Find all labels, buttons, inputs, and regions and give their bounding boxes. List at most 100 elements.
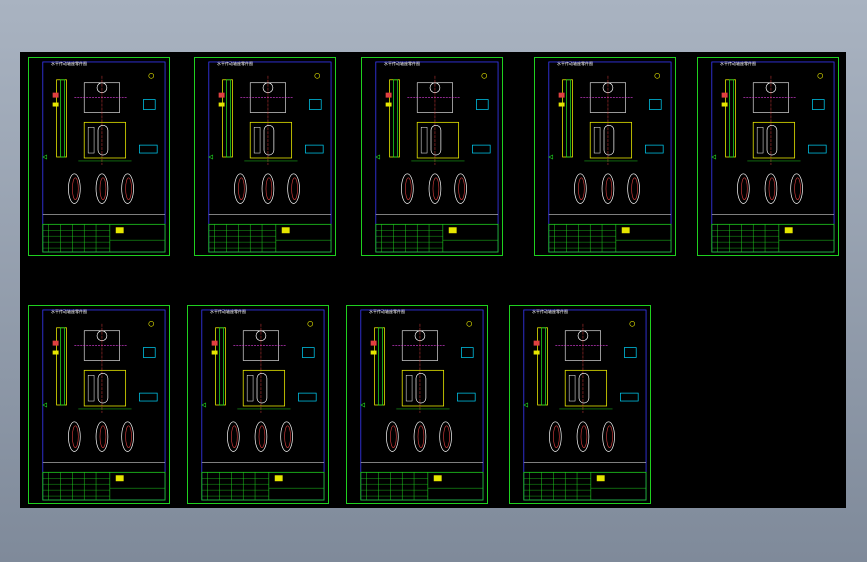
roughness-symbol bbox=[817, 73, 824, 79]
rib-outline bbox=[87, 375, 95, 402]
drawing-geometry bbox=[42, 309, 166, 501]
section-hatch bbox=[631, 177, 638, 200]
shaft-profile bbox=[562, 79, 573, 158]
drawing-sheet-4[interactable]: 水平传动轴座零件图 bbox=[534, 57, 676, 256]
sheet-title: 水平传动轴座零件图 bbox=[210, 309, 246, 314]
section-mark bbox=[218, 92, 225, 98]
section-hatch bbox=[125, 177, 132, 200]
center-marker-icon bbox=[208, 154, 214, 160]
detail-view bbox=[472, 144, 491, 154]
sheet-title: 水平传动轴座零件图 bbox=[720, 61, 756, 66]
slot-outline bbox=[256, 372, 268, 404]
section-hatch bbox=[432, 177, 440, 200]
section-hatch bbox=[578, 177, 585, 200]
housing-front-view bbox=[83, 121, 127, 159]
slot-outline bbox=[578, 372, 590, 404]
center-marker-icon bbox=[711, 154, 717, 160]
shaft-profile bbox=[389, 79, 400, 158]
detail-view bbox=[812, 99, 825, 110]
section-hatch bbox=[265, 177, 273, 200]
slot-outline bbox=[603, 124, 615, 156]
section-mark bbox=[385, 102, 392, 107]
detail-view bbox=[143, 99, 156, 110]
section-mark bbox=[52, 92, 59, 98]
shaft-core bbox=[219, 327, 224, 406]
cad-model-space[interactable]: 水平传动轴座零件图 水平传动轴座零件图 水平传动轴座零件图 水平传动轴座零件图 … bbox=[20, 52, 846, 508]
center-marker-icon bbox=[548, 154, 554, 160]
section-hatch bbox=[390, 425, 397, 448]
section-mark bbox=[370, 350, 377, 355]
drawing-sheet-7[interactable]: 水平传动轴座零件图 bbox=[187, 305, 329, 504]
shaft-core bbox=[378, 327, 383, 406]
material-mark bbox=[281, 227, 290, 234]
shaft-profile bbox=[222, 79, 233, 158]
center-marker-icon bbox=[42, 402, 48, 408]
detail-view bbox=[808, 144, 827, 154]
material-mark bbox=[596, 475, 605, 482]
detail-view bbox=[139, 392, 158, 402]
sheet-title: 水平传动轴座零件图 bbox=[532, 309, 568, 314]
roughness-symbol bbox=[466, 321, 473, 327]
slot-outline bbox=[263, 124, 275, 156]
shaft-profile bbox=[725, 79, 736, 158]
housing-front-view bbox=[249, 121, 293, 159]
section-hatch bbox=[238, 177, 245, 200]
section-hatch bbox=[741, 177, 748, 200]
roughness-symbol bbox=[314, 73, 321, 79]
center-marker-icon bbox=[42, 154, 48, 160]
drawing-sheet-1[interactable]: 水平传动轴座零件图 bbox=[28, 57, 170, 256]
rib-outline bbox=[420, 127, 428, 154]
sheet-title: 水平传动轴座零件图 bbox=[384, 61, 420, 66]
section-hatch bbox=[99, 425, 107, 448]
shaft-profile bbox=[56, 327, 67, 406]
drawing-geometry bbox=[375, 61, 499, 253]
rib-outline bbox=[405, 375, 413, 402]
shaft-core bbox=[60, 327, 65, 406]
slot-outline bbox=[415, 372, 427, 404]
material-mark bbox=[115, 475, 124, 482]
shaft-profile bbox=[374, 327, 385, 406]
sheet-title: 水平传动轴座零件图 bbox=[51, 309, 87, 314]
drawing-sheet-5[interactable]: 水平传动轴座零件图 bbox=[697, 57, 839, 256]
roughness-symbol bbox=[629, 321, 636, 327]
shaft-core bbox=[541, 327, 546, 406]
section-hatch bbox=[580, 425, 588, 448]
sheet-title: 水平传动轴座零件图 bbox=[217, 61, 253, 66]
drawing-sheet-6[interactable]: 水平传动轴座零件图 bbox=[28, 305, 170, 504]
section-mark bbox=[211, 350, 218, 355]
shaft-core bbox=[226, 79, 231, 158]
detail-view bbox=[305, 144, 324, 154]
section-hatch bbox=[605, 177, 613, 200]
section-hatch bbox=[606, 425, 613, 448]
section-hatch bbox=[417, 425, 425, 448]
drawing-sheet-9[interactable]: 水平传动轴座零件图 bbox=[509, 305, 651, 504]
material-mark bbox=[784, 227, 793, 234]
shaft-profile bbox=[537, 327, 548, 406]
drawing-geometry bbox=[523, 309, 647, 501]
housing-front-view bbox=[83, 369, 127, 407]
material-mark bbox=[621, 227, 630, 234]
sheet-title: 水平传动轴座零件图 bbox=[557, 61, 593, 66]
material-mark bbox=[448, 227, 457, 234]
section-hatch bbox=[258, 425, 266, 448]
detail-view bbox=[476, 99, 489, 110]
section-hatch bbox=[99, 177, 107, 200]
detail-view bbox=[302, 347, 315, 358]
section-mark bbox=[533, 350, 540, 355]
detail-view bbox=[461, 347, 474, 358]
shaft-core bbox=[729, 79, 734, 158]
sheet-title: 水平传动轴座零件图 bbox=[51, 61, 87, 66]
section-hatch bbox=[458, 177, 465, 200]
drawing-sheet-8[interactable]: 水平传动轴座零件图 bbox=[346, 305, 488, 504]
drawing-sheet-2[interactable]: 水平传动轴座零件图 bbox=[194, 57, 336, 256]
sheet-title: 水平传动轴座零件图 bbox=[369, 309, 405, 314]
section-mark bbox=[721, 92, 728, 98]
section-hatch bbox=[405, 177, 412, 200]
rib-outline bbox=[246, 375, 254, 402]
material-mark bbox=[274, 475, 283, 482]
drawing-sheet-3[interactable]: 水平传动轴座零件图 bbox=[361, 57, 503, 256]
material-mark bbox=[433, 475, 442, 482]
drawing-geometry bbox=[201, 309, 325, 501]
section-mark bbox=[370, 340, 377, 346]
section-hatch bbox=[72, 177, 79, 200]
